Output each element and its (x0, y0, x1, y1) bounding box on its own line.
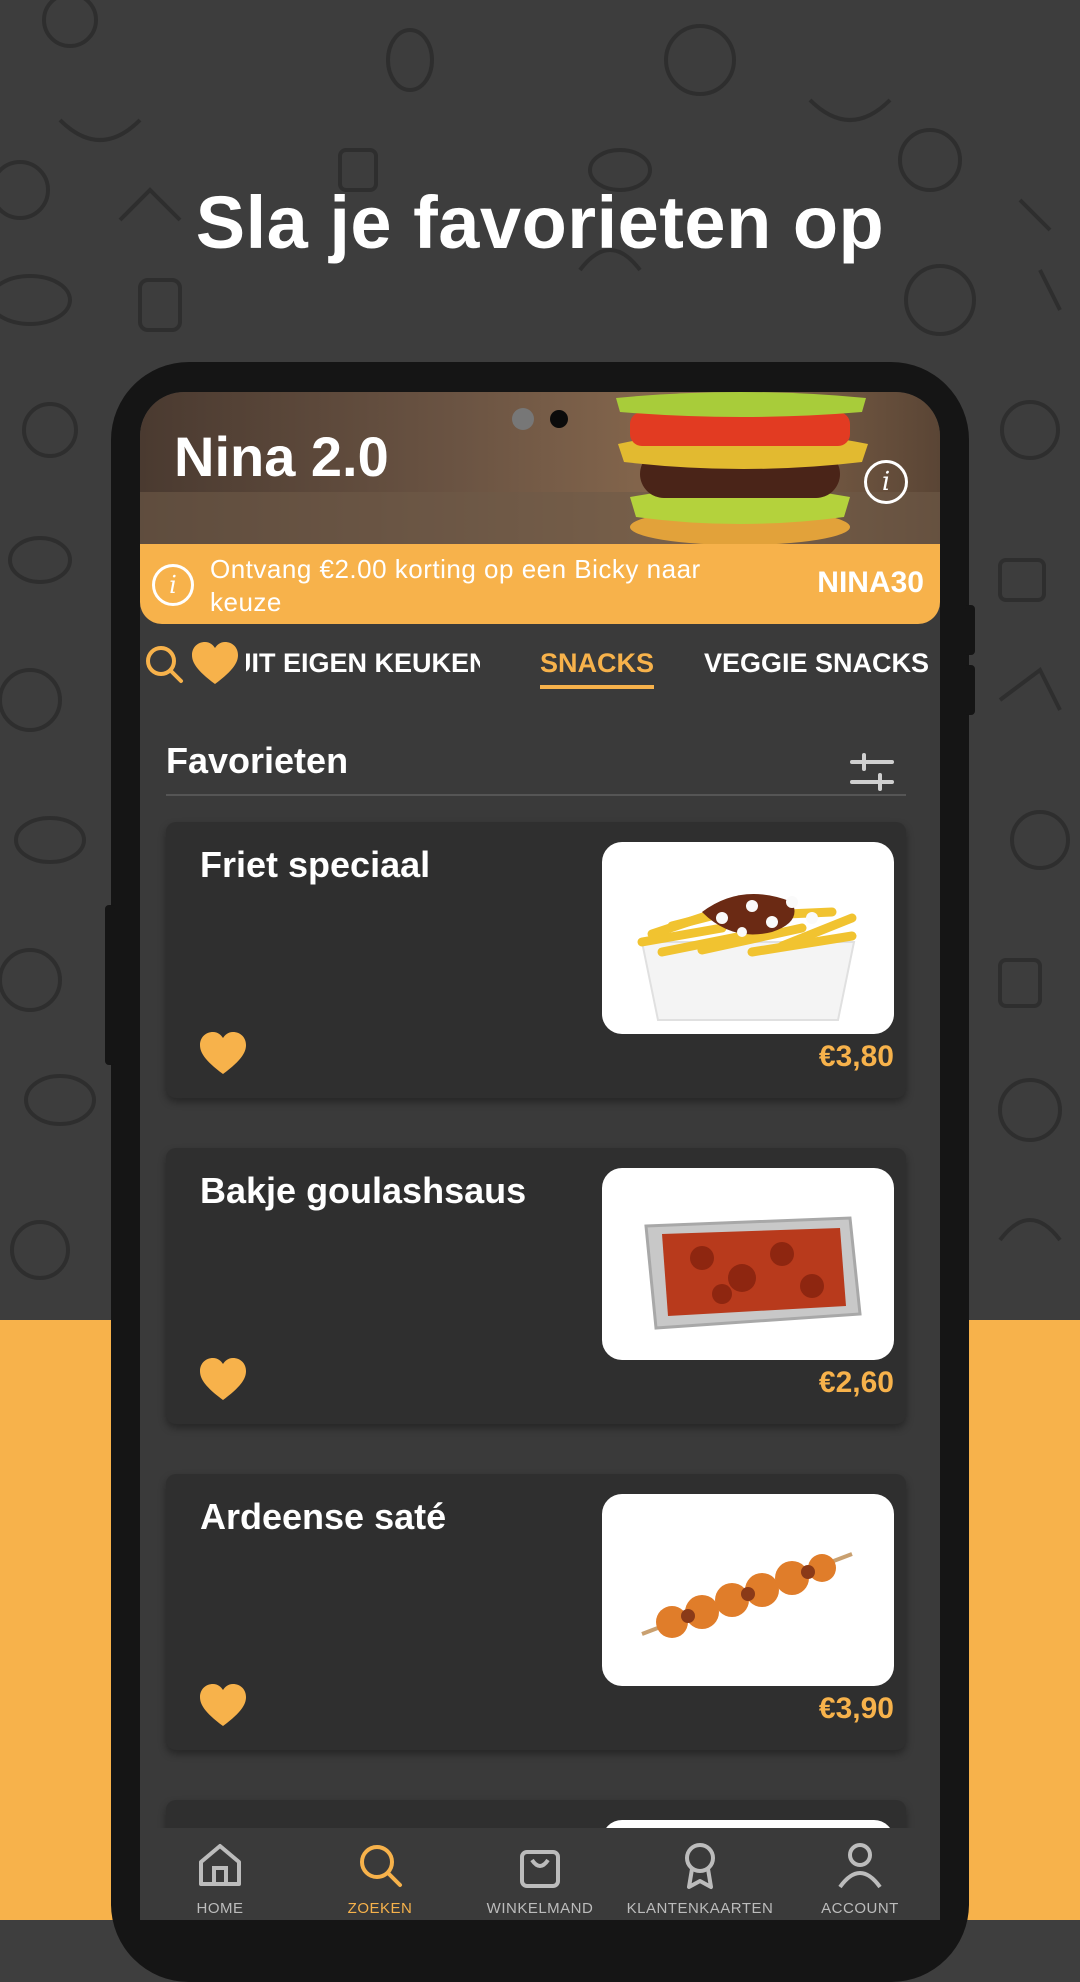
camera-lens (512, 408, 534, 430)
search-icon (360, 1845, 402, 1887)
phone-screen: Nina 2.0 i i Ontvang €2.00 korting op ee… (140, 392, 940, 1920)
category-tabs: UIT EIGEN KEUKEN SNACKS VEGGIE SNACKS (140, 624, 940, 704)
fries-illustration (637, 894, 857, 1021)
section-title: Favorieten (166, 740, 349, 781)
camera-sensor (550, 410, 568, 428)
nav-label: HOME (196, 1900, 244, 1917)
nav-klantenkaarten[interactable]: KLANTENKAARTEN (620, 1828, 780, 1920)
heart-icon[interactable] (200, 1358, 246, 1402)
nav-label: ZOEKEN (347, 1900, 413, 1917)
product-price: €3,90 (818, 1692, 894, 1725)
hero-banner: Nina 2.0 i (140, 392, 940, 544)
shopping-bag-icon (520, 1850, 560, 1888)
nav-label: KLANTENKAARTEN (626, 1900, 774, 1917)
product-card[interactable]: Ardeense saté €3,90 (166, 1474, 906, 1750)
search-icon[interactable] (144, 644, 184, 684)
phone-side-button (965, 605, 975, 655)
nav-zoeken[interactable]: ZOEKEN (300, 1828, 460, 1920)
product-card[interactable]: Bakje goulashsaus €2,60 (166, 1148, 906, 1424)
product-name: Friet speciaal (200, 844, 431, 885)
phone-side-button (105, 905, 115, 1065)
heart-icon[interactable] (200, 1684, 246, 1728)
product-image-goulash (602, 1168, 894, 1360)
goulash-illustration (644, 1216, 862, 1330)
tab-uit-eigen-keuken[interactable]: UIT EIGEN KEUKEN (246, 648, 480, 679)
app-title: Nina 2.0 (174, 425, 389, 488)
tab-snacks[interactable]: SNACKS (540, 648, 655, 689)
product-image-sate (602, 1494, 894, 1686)
phone-side-button (965, 665, 975, 715)
promo-banner[interactable]: i Ontvang €2.00 korting op een Bicky naa… (140, 544, 940, 624)
nav-home[interactable]: HOME (140, 1828, 300, 1920)
nav-winkelmand[interactable]: WINKELMAND (460, 1828, 620, 1920)
nav-label: WINKELMAND (486, 1900, 594, 1917)
product-name: Ardeense saté (200, 1496, 447, 1537)
product-name: Bakje goulashsaus (200, 1170, 527, 1211)
filter-sliders-icon[interactable] (850, 752, 894, 792)
product-image-fries (602, 842, 894, 1034)
nav-account[interactable]: ACCOUNT (780, 1828, 940, 1920)
badge-icon (685, 1843, 715, 1889)
favorites-heart-icon[interactable] (192, 642, 238, 686)
product-price: €3,80 (818, 1040, 894, 1073)
headline: Sla je favorieten op (195, 181, 885, 264)
home-icon (199, 1844, 241, 1886)
promo-text: Ontvang €2.00 korting op een Bicky naar … (210, 554, 701, 617)
info-icon: i (152, 564, 194, 606)
promo-code: NINA30 (817, 566, 924, 599)
heart-icon[interactable] (200, 1032, 246, 1076)
bottom-navigation: HOME ZOEKEN WINKELMAND KLANTENKAARTEN AC… (140, 1828, 940, 1920)
product-price: €2,60 (818, 1366, 894, 1399)
section-divider (166, 794, 906, 796)
nav-label: ACCOUNT (821, 1900, 899, 1917)
sate-illustration (641, 1552, 853, 1638)
product-card[interactable]: Friet speciaal €3,80 (166, 822, 906, 1098)
info-icon[interactable]: i (864, 460, 908, 504)
tab-veggie-snacks[interactable]: VEGGIE SNACKS (704, 648, 929, 679)
user-icon (838, 1843, 882, 1889)
